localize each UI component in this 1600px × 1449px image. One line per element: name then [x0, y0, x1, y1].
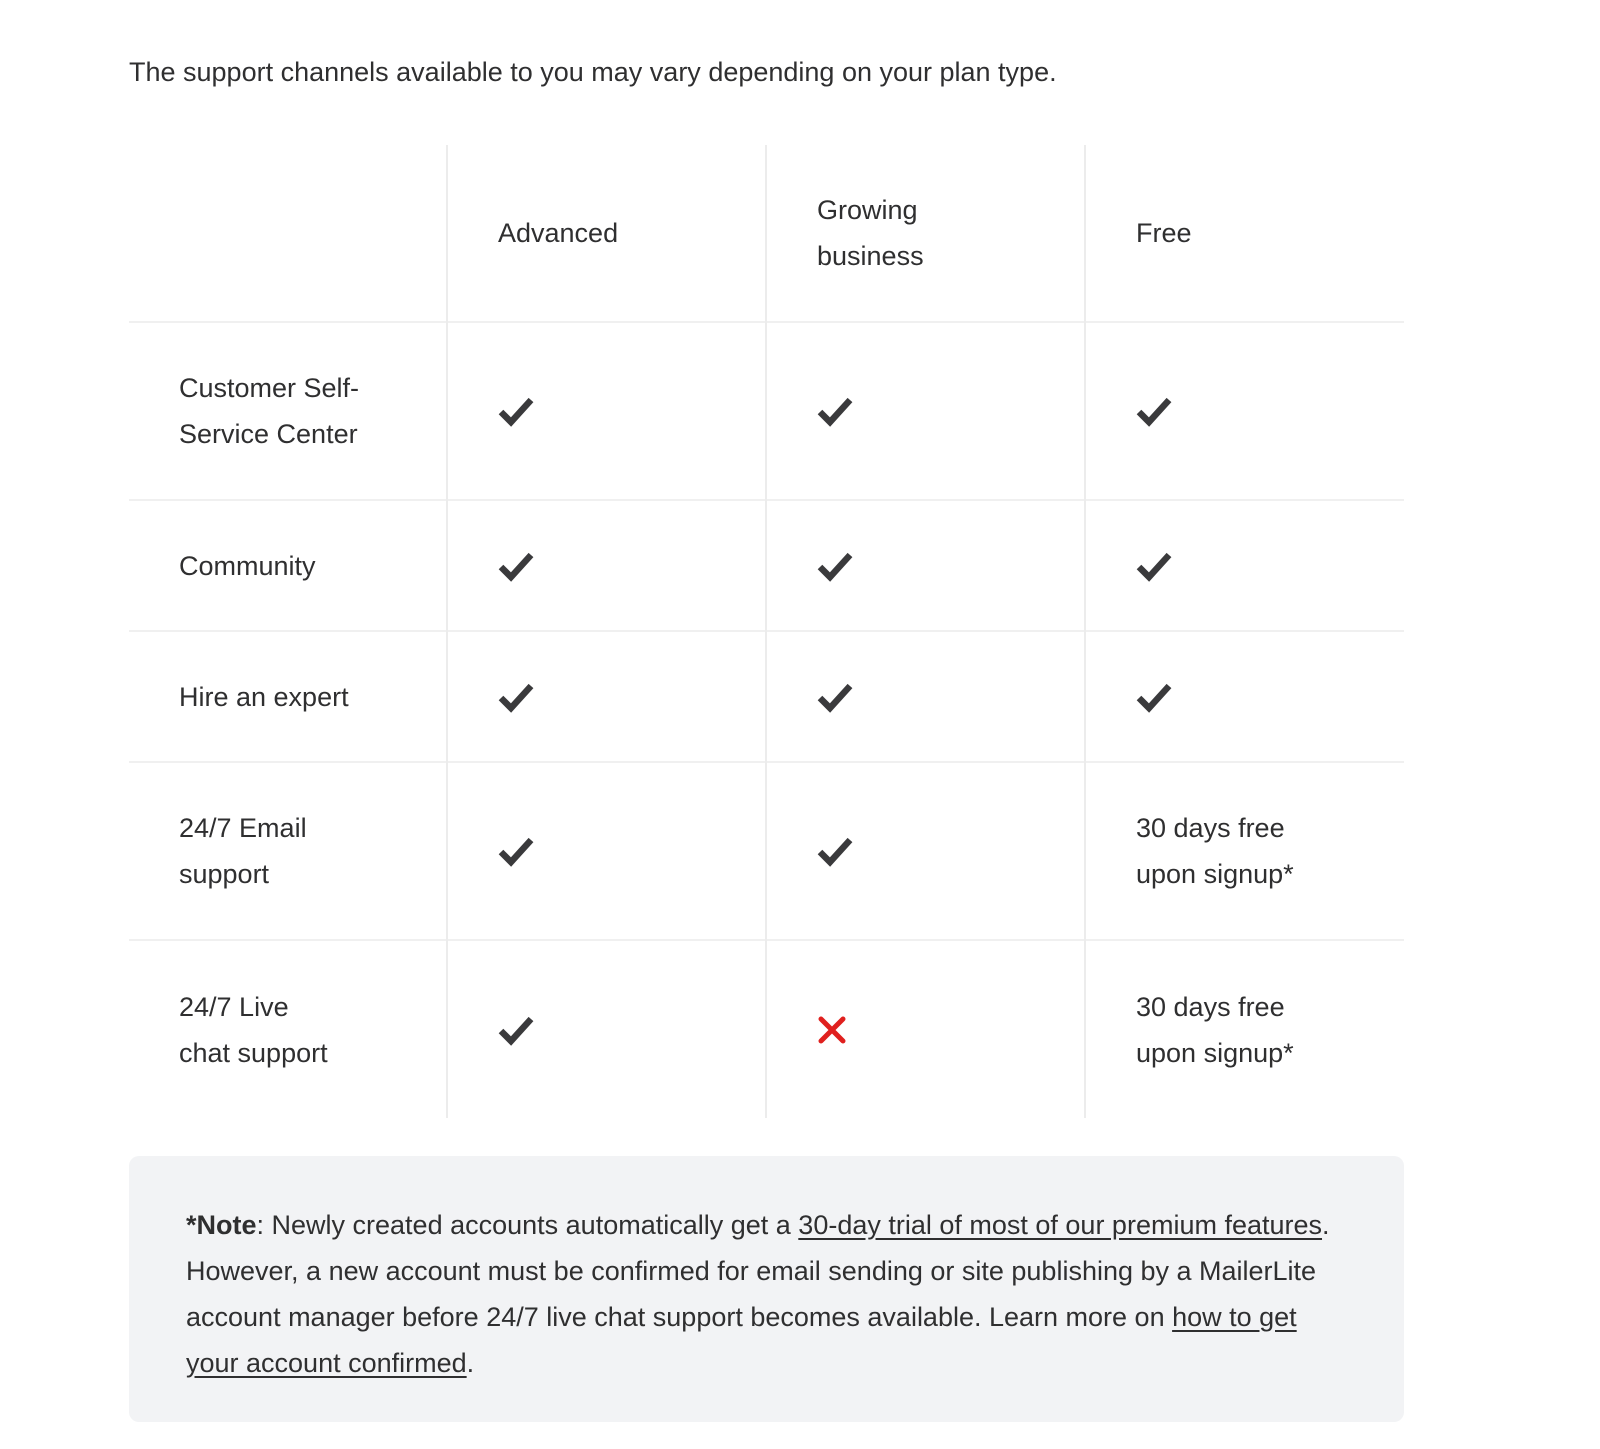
row-label: Community	[179, 550, 316, 581]
cell-free: 30 days free upon signup*	[1084, 762, 1404, 940]
cell-growing	[765, 631, 1085, 762]
cell-advanced	[446, 940, 766, 1118]
header-growing-business: Growing business	[765, 145, 1085, 322]
cell-advanced	[446, 500, 766, 631]
table-header-row: Advanced Growing business Free	[129, 145, 1404, 322]
trial-features-link[interactable]: 30-day trial of most of our premium feat…	[798, 1210, 1322, 1240]
note-box: *Note: Newly created accounts automatica…	[129, 1156, 1404, 1422]
intro-text: The support channels available to you ma…	[129, 57, 1057, 87]
cell-growing	[765, 322, 1085, 500]
cross-icon	[817, 1015, 1036, 1045]
checkmark-icon	[498, 835, 717, 867]
cell-advanced	[446, 762, 766, 940]
checkmark-icon	[498, 1014, 717, 1046]
table-row: Customer Self-Service Center	[129, 322, 1404, 500]
table-row: Hire an expert	[129, 631, 1404, 762]
note-label: *Note	[186, 1210, 257, 1240]
row-label: Hire an expert	[179, 681, 349, 712]
checkmark-icon	[498, 550, 717, 582]
table-row: Community	[129, 500, 1404, 631]
header-channel	[129, 145, 447, 322]
note-text: : Newly created accounts automatically g…	[256, 1210, 799, 1240]
row-label: 24/7 Email support	[179, 813, 307, 889]
checkmark-icon	[1136, 395, 1356, 427]
cell-growing	[765, 500, 1085, 631]
header-free: Free	[1084, 145, 1404, 322]
cell-advanced	[446, 631, 766, 762]
cell-growing	[765, 762, 1085, 940]
row-label: 24/7 Live chat support	[179, 991, 328, 1068]
checkmark-icon	[1136, 681, 1356, 713]
checkmark-icon	[1136, 550, 1356, 582]
checkmark-icon	[817, 395, 1036, 427]
header-advanced: Advanced	[446, 145, 766, 322]
cell-text: 30 days free upon signup*	[1136, 991, 1294, 1068]
checkmark-icon	[817, 681, 1036, 713]
cell-text: 30 days free upon signup*	[1136, 813, 1294, 889]
checkmark-icon	[817, 835, 1036, 867]
table-row: 24/7 Live chat support 30 days free upon …	[129, 940, 1404, 1118]
cell-free: 30 days free upon signup*	[1084, 940, 1404, 1118]
cell-free	[1084, 500, 1404, 631]
cell-growing	[765, 940, 1085, 1118]
row-label: Customer Self-Service Center	[179, 373, 360, 449]
checkmark-icon	[817, 550, 1036, 582]
checkmark-icon	[498, 395, 717, 427]
table-row: 24/7 Email support 30 days free upon sign…	[129, 762, 1404, 940]
support-channels-table: Advanced Growing business Free Customer …	[129, 145, 1404, 1118]
cell-advanced	[446, 322, 766, 500]
checkmark-icon	[498, 681, 717, 713]
cell-free	[1084, 631, 1404, 762]
note-text: .	[466, 1348, 475, 1378]
cell-free	[1084, 322, 1404, 500]
